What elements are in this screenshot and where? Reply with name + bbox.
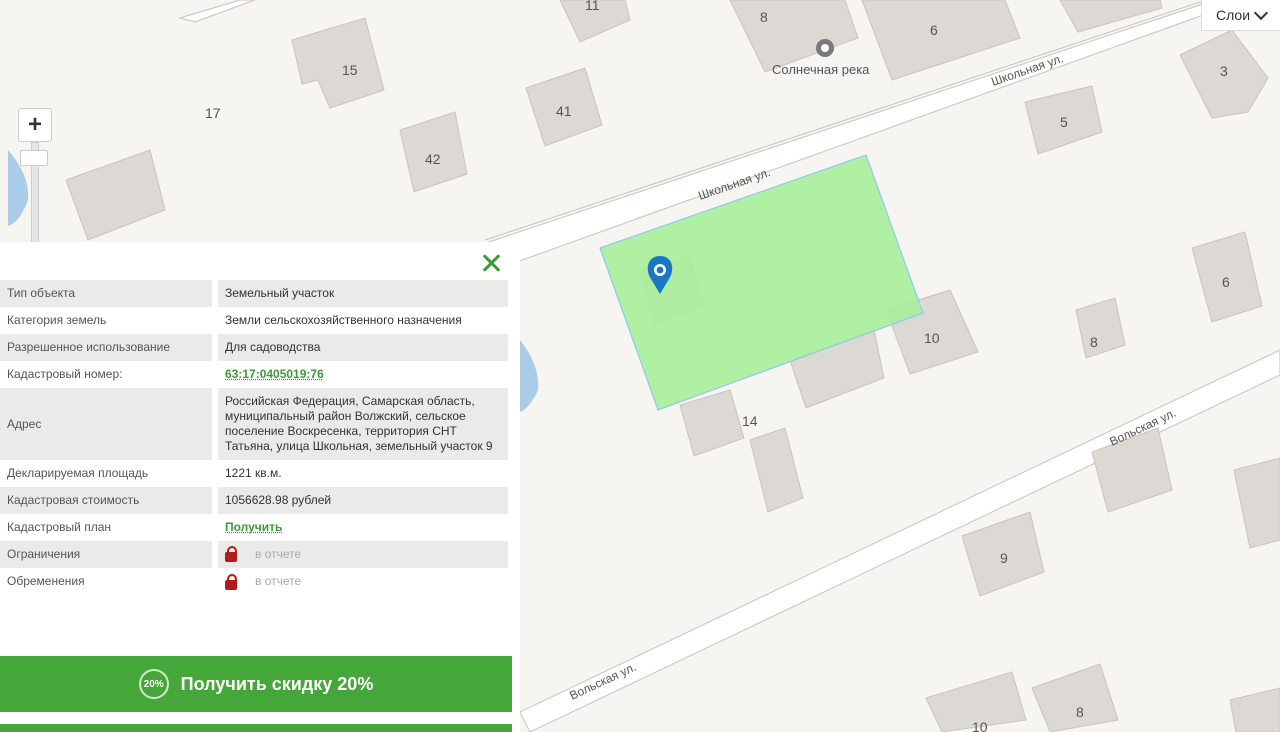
row-label: Декларируемая площадь — [0, 460, 218, 487]
get-discount-label: Получить скидку 20% — [180, 673, 374, 694]
row-value: в отчете — [255, 547, 302, 561]
parcel-info-panel: Тип объекта Земельный участок Категория … — [0, 242, 520, 732]
table-row: Кадастровая стоимость 1056628.98 рублей — [0, 487, 508, 514]
table-row: Адрес Российская Федерация, Самарская об… — [0, 388, 508, 460]
house-number: 41 — [556, 103, 572, 119]
parcel-info-table: Тип объекта Земельный участок Категория … — [0, 280, 508, 596]
table-row: Кадастровый номер: 63:17:0405019:76 — [0, 361, 508, 388]
house-number: 8 — [1076, 704, 1084, 720]
table-row: Тип объекта Земельный участок — [0, 280, 508, 307]
cadastral-number-link[interactable]: 63:17:0405019:76 — [225, 367, 324, 381]
lock-icon — [225, 546, 237, 563]
row-label: Категория земель — [0, 307, 218, 334]
zoom-slider-thumb[interactable] — [20, 150, 48, 166]
secondary-button[interactable] — [0, 724, 512, 732]
row-value: Российская Федерация, Самарская область,… — [215, 388, 508, 460]
house-number: 10 — [972, 719, 988, 732]
row-label: Кадастровый план — [0, 514, 218, 541]
table-row: Обременения в отчете — [0, 568, 508, 596]
get-discount-button[interactable]: 20% Получить скидку 20% — [0, 656, 512, 712]
row-value: 1221 кв.м. — [225, 466, 282, 480]
house-number: 42 — [425, 151, 441, 167]
row-label: Кадастровая стоимость — [0, 487, 218, 514]
row-value: в отчете — [255, 574, 302, 589]
zoom-control: + — [18, 108, 52, 244]
poi-label: Солнечная река — [772, 62, 870, 77]
plus-icon: + — [27, 111, 42, 138]
table-row: Кадастровый план Получить — [0, 514, 508, 541]
house-number: 6 — [1222, 274, 1230, 290]
row-label: Разрешенное использование — [0, 334, 218, 361]
house-number: 8 — [1090, 334, 1098, 350]
house-number: 3 — [1220, 63, 1228, 79]
discount-badge-icon: 20% — [138, 669, 169, 699]
row-value: Земли сельскохозяйственного назначения — [225, 313, 462, 327]
house-number: 5 — [1060, 114, 1068, 130]
poi-icon — [816, 39, 834, 57]
house-number: 11 — [585, 0, 600, 13]
table-row: Разрешенное использование Для садоводств… — [0, 334, 508, 361]
zoom-in-button[interactable]: + — [18, 108, 52, 142]
lock-icon — [225, 573, 237, 590]
row-label: Адрес — [0, 388, 218, 460]
row-label: Кадастровый номер: — [0, 361, 218, 388]
house-number: 17 — [205, 105, 221, 121]
house-number: 6 — [930, 22, 938, 38]
table-row: Категория земель Земли сельскохозяйствен… — [0, 307, 508, 334]
layers-label: Слои — [1215, 7, 1251, 23]
row-value: Для садоводства — [215, 334, 508, 361]
close-icon[interactable] — [480, 252, 502, 274]
table-row: Декларируемая площадь 1221 кв.м. — [0, 460, 508, 487]
house-number: 9 — [1000, 550, 1008, 566]
row-label: Обременения — [0, 568, 218, 596]
layers-dropdown[interactable]: Слои — [1201, 0, 1280, 31]
house-number: 14 — [742, 413, 758, 429]
row-label: Тип объекта — [0, 280, 218, 307]
row-value: Земельный участок — [215, 280, 508, 307]
house-number: 8 — [760, 9, 768, 25]
row-value: 1056628.98 рублей — [215, 487, 508, 514]
chevron-down-icon — [1253, 5, 1269, 21]
house-number: 15 — [342, 62, 358, 78]
table-row: Ограничения в отчете — [0, 541, 508, 569]
get-plan-link[interactable]: Получить — [225, 520, 282, 534]
row-label: Ограничения — [0, 541, 218, 569]
house-number: 10 — [924, 330, 940, 346]
